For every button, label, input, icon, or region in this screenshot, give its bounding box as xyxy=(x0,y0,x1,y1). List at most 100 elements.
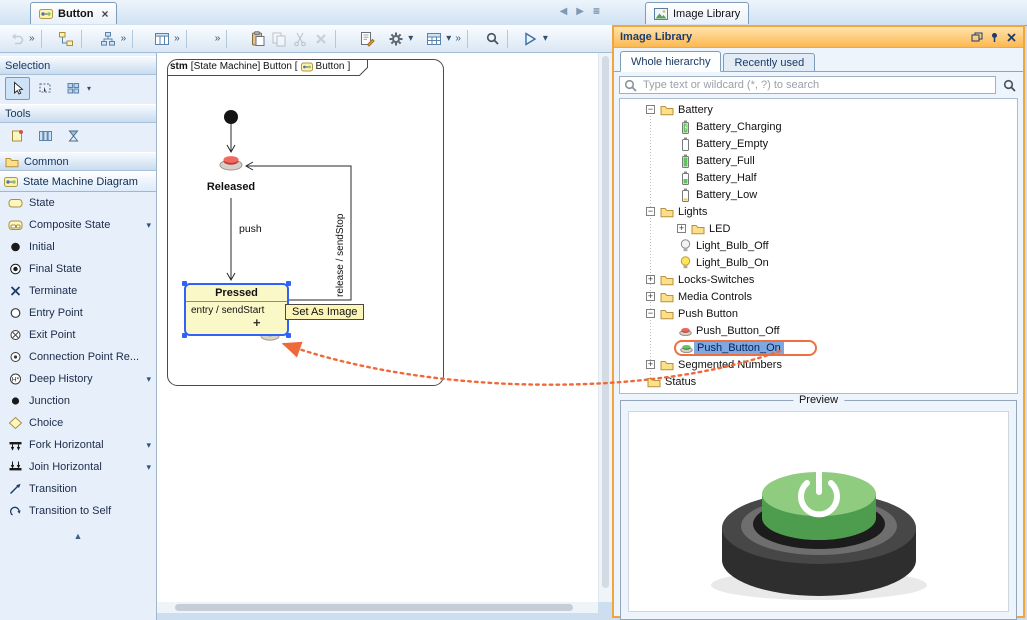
dropdown-caret-icon[interactable]: ▾ xyxy=(146,220,153,231)
grid-table-button[interactable] xyxy=(423,28,444,49)
delete-button[interactable] xyxy=(310,28,331,49)
palette-item-composite-state[interactable]: Composite State▾ xyxy=(0,214,156,236)
tree-expand-icon[interactable]: + xyxy=(646,360,655,369)
run-chevron[interactable]: ▾ xyxy=(541,33,550,44)
containment-button[interactable] xyxy=(98,28,119,49)
paste-button[interactable] xyxy=(247,28,268,49)
diagram-canvas[interactable]: stm [State Machine] Button [ Button ] Re… xyxy=(157,53,598,602)
palette-item-connection-point-re[interactable]: Connection Point Re... xyxy=(0,346,156,368)
options-gear-button[interactable] xyxy=(385,28,406,49)
palette-scroll-up-icon[interactable]: ▲ xyxy=(0,531,156,541)
copy-button[interactable] xyxy=(268,28,289,49)
tree-collapse-icon[interactable]: − xyxy=(646,105,655,114)
toolbar-overflow-chevron[interactable]: » xyxy=(213,33,223,44)
close-panel-icon[interactable] xyxy=(1006,32,1017,43)
tree-item-locks-switches[interactable]: +Locks-Switches xyxy=(620,271,1017,288)
layout-button[interactable] xyxy=(151,28,172,49)
tree-item-battery-low[interactable]: Battery_Low xyxy=(620,186,1017,203)
tree-item-status[interactable]: Status xyxy=(620,373,1017,390)
options-gear-chevron[interactable]: ▾ xyxy=(406,33,415,44)
pointer-tool[interactable] xyxy=(5,77,30,100)
palette-item-terminate[interactable]: Terminate xyxy=(0,280,156,302)
tab-image-library[interactable]: Image Library xyxy=(645,2,749,24)
cut-button[interactable] xyxy=(289,28,310,49)
horizontal-scrollbar-thumb[interactable] xyxy=(175,604,573,611)
initial-state-node[interactable] xyxy=(224,110,238,124)
tree-expand-icon[interactable]: + xyxy=(646,292,655,301)
tree-expand-icon[interactable]: + xyxy=(646,275,655,284)
palette-header-common[interactable]: Common xyxy=(0,152,156,171)
palette-header-selection[interactable]: Selection xyxy=(0,56,156,75)
float-window-icon[interactable] xyxy=(971,32,983,43)
selection-handle[interactable] xyxy=(286,281,291,286)
tree-item-lights[interactable]: −Lights xyxy=(620,203,1017,220)
tree-collapse-icon[interactable]: − xyxy=(646,309,655,318)
marquee-select-tool[interactable] xyxy=(33,77,58,100)
containment-overflow-chevron[interactable]: » xyxy=(119,33,129,44)
layout-overflow-chevron[interactable]: » xyxy=(172,33,182,44)
transition-push-label[interactable]: push xyxy=(239,223,262,235)
image-library-titlebar[interactable]: Image Library xyxy=(614,27,1023,48)
selection-handle[interactable] xyxy=(182,333,187,338)
grid-table-chevron[interactable]: ▾ xyxy=(444,33,453,44)
search-field[interactable] xyxy=(619,76,996,94)
tree-item-battery-empty[interactable]: Battery_Empty xyxy=(620,135,1017,152)
pressed-state[interactable]: Pressed entry / sendStart xyxy=(184,283,289,336)
transition-release-label[interactable]: release / sendStop xyxy=(335,185,346,297)
zoom-button[interactable] xyxy=(482,28,503,49)
canvas-vertical-scrollbar[interactable] xyxy=(598,53,612,602)
tree-item-light-bulb-on[interactable]: Light_Bulb_On xyxy=(620,254,1017,271)
tree-item-battery-half[interactable]: Battery_Half xyxy=(620,169,1017,186)
palette-item-choice[interactable]: Choice xyxy=(0,412,156,434)
tree-item-media-controls[interactable]: +Media Controls xyxy=(620,288,1017,305)
palette-item-junction[interactable]: Junction xyxy=(0,390,156,412)
palette-item-initial[interactable]: Initial xyxy=(0,236,156,258)
selection-handle[interactable] xyxy=(286,333,291,338)
tree-item-battery[interactable]: −Battery xyxy=(620,101,1017,118)
scroll-tabs-left-icon[interactable]: ◀ xyxy=(560,6,568,17)
selection-handle[interactable] xyxy=(182,281,187,286)
search-button-icon[interactable] xyxy=(1000,76,1018,94)
selection-options-tool-caret-icon[interactable]: ▾ xyxy=(87,84,91,93)
released-state-label[interactable]: Released xyxy=(191,181,271,193)
tree-item-led[interactable]: +LED xyxy=(620,220,1017,237)
undo-button[interactable] xyxy=(6,28,27,49)
palette-item-exit-point[interactable]: Exit Point xyxy=(0,324,156,346)
tab-button-diagram[interactable]: Button × xyxy=(30,2,117,24)
palette-header-tools[interactable]: Tools xyxy=(0,104,156,123)
run-button[interactable] xyxy=(520,28,541,49)
related-elements-button[interactable] xyxy=(56,28,77,49)
grid-overflow-chevron[interactable]: » xyxy=(453,33,463,44)
palette-item-fork-horizontal[interactable]: Fork Horizontal▾ xyxy=(0,434,156,456)
palette-item-final-state[interactable]: Final State xyxy=(0,258,156,280)
tree-item-push-button-on[interactable]: Push_Button_On xyxy=(620,339,1017,356)
tree-item-push-button[interactable]: −Push Button xyxy=(620,305,1017,322)
tab-recently-used[interactable]: Recently used xyxy=(723,53,815,71)
search-input[interactable] xyxy=(641,78,991,92)
vertical-scrollbar-thumb[interactable] xyxy=(602,56,609,588)
tree-expand-icon[interactable]: + xyxy=(677,224,686,233)
sort-tool[interactable] xyxy=(61,125,86,148)
swimlane-tool[interactable] xyxy=(33,125,58,148)
released-state-image[interactable] xyxy=(220,156,242,170)
scroll-tabs-right-icon[interactable]: ▶ xyxy=(576,6,584,17)
tree-item-battery-full[interactable]: Battery_Full xyxy=(620,152,1017,169)
tree-item-light-bulb-off[interactable]: Light_Bulb_Off xyxy=(620,237,1017,254)
close-tab-icon[interactable]: × xyxy=(101,9,108,19)
tree-item-segmented-numbers[interactable]: +Segmented Numbers xyxy=(620,356,1017,373)
palette-item-transition-to-self[interactable]: Transition to Self xyxy=(0,500,156,522)
note-tool[interactable] xyxy=(5,125,30,148)
dropdown-caret-icon[interactable]: ▾ xyxy=(146,462,153,473)
tree-item-push-button-off[interactable]: Push_Button_Off xyxy=(620,322,1017,339)
dropdown-caret-icon[interactable]: ▾ xyxy=(146,374,153,385)
canvas-horizontal-scrollbar[interactable] xyxy=(157,602,598,613)
dropdown-caret-icon[interactable]: ▾ xyxy=(146,440,153,451)
palette-drawer-state-machine-diagram[interactable]: State Machine Diagram xyxy=(0,171,156,192)
auto-hide-pin-icon[interactable] xyxy=(989,32,1000,43)
palette-item-transition[interactable]: Transition xyxy=(0,478,156,500)
tree-item-battery-charging[interactable]: Battery_Charging xyxy=(620,118,1017,135)
validation-button[interactable] xyxy=(356,28,377,49)
palette-item-join-horizontal[interactable]: Join Horizontal▾ xyxy=(0,456,156,478)
palette-item-deep-history[interactable]: H*Deep History▾ xyxy=(0,368,156,390)
tab-whole-hierarchy[interactable]: Whole hierarchy xyxy=(620,51,721,72)
